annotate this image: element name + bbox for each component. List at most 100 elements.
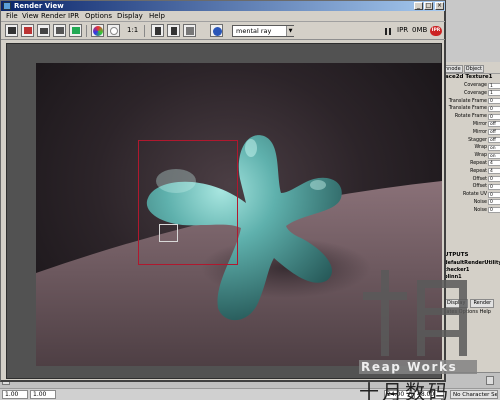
attribute-label: Noise [473, 207, 487, 213]
attribute-value-field[interactable]: 0 [488, 98, 500, 105]
attribute-value-field[interactable]: off [488, 121, 500, 128]
render-view-window: Render View _ □ × File View Render IPR O… [0, 0, 477, 400]
ipr-region-marker[interactable] [159, 224, 178, 242]
memory-usage-label: 0MB [412, 26, 428, 34]
attribute-value-field[interactable]: 4 [488, 160, 500, 167]
menu-help[interactable]: Help [149, 12, 165, 21]
attribute-editor-header: nnode Object [443, 62, 500, 74]
attribute-label: Translate Frame [448, 106, 487, 112]
menu-bar: File View Render IPR Options Display Hel… [1, 11, 445, 22]
attribute-label: Mirror [472, 129, 487, 135]
remove-image-icon[interactable] [167, 24, 180, 37]
ipr-render-region[interactable] [138, 140, 238, 265]
attribute-label: Rotate UV [462, 192, 487, 198]
attribute-label: Wrap [474, 153, 487, 159]
attribute-label: Rotate Frame [454, 114, 487, 120]
attribute-value-field[interactable]: 0 [488, 207, 500, 214]
attribute-row: Offset 0 [443, 183, 500, 191]
attribute-value-field[interactable]: 0 [488, 199, 500, 206]
attribute-value-field[interactable]: on [488, 152, 500, 159]
attribute-row: Rotate Frame 0 [443, 113, 500, 121]
attribute-value-field[interactable]: 0 [488, 105, 500, 112]
attribute-value-field[interactable]: 0 [488, 113, 500, 120]
ipr-status-label: IPR [397, 26, 409, 34]
attribute-row: Mirror off [443, 121, 500, 129]
attribute-row: Mirror off [443, 129, 500, 137]
redo-previous-render-icon[interactable] [5, 24, 18, 37]
attribute-value-field[interactable]: 1 [488, 90, 500, 97]
attribute-value-field[interactable]: 0 [488, 176, 500, 183]
attribute-label: Stagger [468, 137, 487, 143]
keep-image-icon[interactable] [151, 24, 164, 37]
render-settings-icon[interactable] [183, 24, 196, 37]
chevron-down-icon[interactable]: ▼ [286, 26, 294, 36]
toolbar-separator [144, 25, 145, 37]
render-viewport[interactable]: Reap Works 十月数码 [6, 43, 477, 400]
attribute-rows: Coverage 1 Coverage 1 Translate Frame 0 Tra… [443, 82, 500, 215]
attribute-row: Repeat 4 [443, 168, 500, 176]
attribute-row: Repeat 4 [443, 160, 500, 168]
renderer-value: mental ray [236, 27, 272, 35]
attribute-label: Repeat [470, 168, 487, 174]
attribute-label: Wrap [474, 145, 487, 151]
attribute-row: Coverage 1 [443, 90, 500, 98]
minimize-button[interactable]: _ [414, 2, 423, 10]
close-button[interactable]: × [435, 2, 444, 10]
attribute-label: Coverage [464, 83, 487, 88]
attribute-row: Offset 0 [443, 176, 500, 184]
attribute-row: Wrap on [443, 152, 500, 160]
output-connection[interactable]: defaultRenderUtilityLi [444, 260, 500, 267]
attribute-label: Coverage [464, 90, 487, 96]
display-alpha-icon[interactable] [107, 24, 120, 37]
menu-options[interactable]: Options [85, 12, 112, 21]
title-bar[interactable]: Render View _ □ × [1, 1, 445, 11]
ipr-badge[interactable]: IPR [430, 26, 442, 36]
node-name: ace2d Texture1 [445, 74, 493, 80]
attribute-label: Noise [473, 199, 487, 205]
attribute-value-field[interactable]: on [488, 144, 500, 151]
tab-object[interactable]: Object [463, 65, 484, 73]
attribute-row: Noise 0 [443, 199, 500, 207]
menu-display[interactable]: Display [117, 12, 143, 21]
renderer-dropdown[interactable]: mental ray [232, 25, 294, 37]
current-time-field[interactable]: 1.00 [30, 390, 56, 399]
attribute-value-field[interactable]: 4 [488, 168, 500, 175]
desktop: nnode Object ace2d Texture1 Coverage 1 Cov… [0, 0, 500, 400]
maximize-button[interactable]: □ [424, 2, 433, 10]
refresh-ipr-icon[interactable] [69, 24, 82, 37]
menu-ipr[interactable]: IPR [68, 12, 79, 21]
attribute-value-field[interactable]: off [488, 137, 500, 144]
snapshot-icon[interactable] [37, 24, 50, 37]
real-size-button[interactable]: 1:1 [127, 26, 138, 35]
toolbar-separator [86, 25, 87, 37]
attribute-label: Repeat [470, 160, 487, 166]
render-region-icon[interactable] [21, 24, 34, 37]
display-rgb-channels-icon[interactable] [91, 24, 104, 37]
watermark-brand: Reap Works [359, 360, 477, 374]
attribute-label: Offset [472, 184, 487, 190]
menu-view[interactable]: View [22, 12, 39, 21]
attribute-value-field[interactable]: off [488, 129, 500, 136]
pause-ipr-icon[interactable] [385, 28, 391, 35]
render-view-app-icon [3, 2, 11, 10]
attribute-row: Noise 0 [443, 207, 500, 215]
render-globals-icon[interactable] [210, 24, 223, 37]
start-time-field[interactable]: 1.00 [2, 390, 28, 399]
attribute-value-field[interactable]: 0 [488, 191, 500, 198]
attribute-value-field[interactable]: 1 [488, 82, 500, 89]
ipr-render-icon[interactable] [53, 24, 66, 37]
attribute-row: Translate Frame 0 [443, 105, 500, 113]
attribute-row: Rotate UV 0 [443, 191, 500, 199]
menu-file[interactable]: File [6, 12, 18, 21]
end-frame-marker[interactable] [486, 376, 494, 385]
attribute-editor-tabs: nnode Object [443, 65, 500, 73]
attribute-row: Wrap on [443, 144, 500, 152]
attribute-label: Translate Frame [448, 98, 487, 104]
attribute-row: Coverage 1 [443, 82, 500, 90]
attribute-row: Translate Frame 0 [443, 98, 500, 106]
outputs-title: UTPUTS [444, 252, 469, 258]
attribute-label: Mirror [472, 121, 487, 127]
render-toolbar: 1:1 mental ray ▼ IPR 0MB IPR [1, 22, 445, 40]
attribute-value-field[interactable]: 0 [488, 183, 500, 190]
menu-render[interactable]: Render [41, 12, 66, 21]
